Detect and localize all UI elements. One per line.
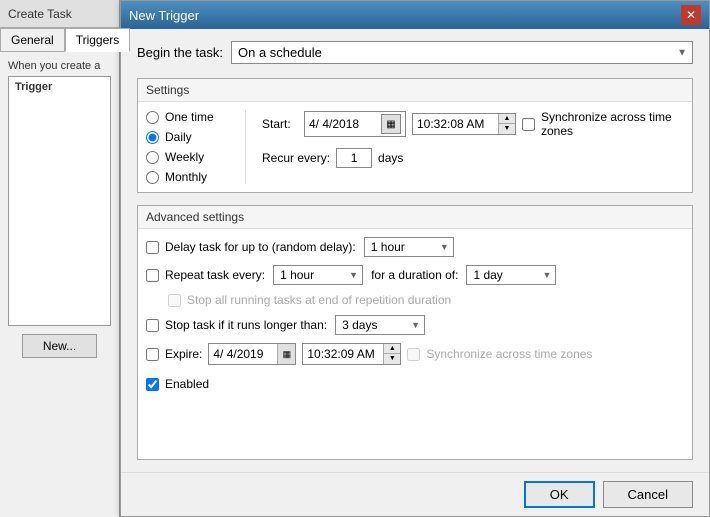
repeat-task-label: Repeat task every: xyxy=(146,268,265,282)
start-label: Start: xyxy=(262,117,298,131)
radio-monthly: Monthly xyxy=(146,170,233,184)
begin-task-row: Begin the task: On a schedule At log on … xyxy=(137,41,693,64)
bg-window-title: Create Task xyxy=(8,7,72,21)
dialog-body: Begin the task: On a schedule At log on … xyxy=(121,29,709,472)
delay-select[interactable]: 1 hour 30 minutes 2 hours xyxy=(364,237,454,257)
radio-weekly: Weekly xyxy=(146,150,233,164)
radio-weekly-input[interactable] xyxy=(146,151,159,164)
duration-select-wrapper: 1 day Indefinitely 12 hours xyxy=(466,265,556,285)
radio-daily-label: Daily xyxy=(165,130,192,144)
expire-row: Expire: ▦ ▲ ▼ Synchronize across time zo… xyxy=(146,343,684,365)
radio-one-time: One time xyxy=(146,110,233,124)
background-window: Create Task General Triggers When you cr… xyxy=(0,0,120,517)
tab-triggers[interactable]: Triggers xyxy=(65,28,131,52)
stop-task-select[interactable]: 3 days 1 hour 30 minutes xyxy=(335,315,425,335)
stop-all-checkbox[interactable] xyxy=(168,294,181,307)
stop-task-label: Stop task if it runs longer than: xyxy=(146,318,327,332)
start-row: Start: ▦ ▲ ▼ xyxy=(262,110,684,184)
settings-section: Settings One time Daily Weekly xyxy=(137,78,693,193)
recur-row: Recur every: days xyxy=(262,148,684,168)
stop-task-select-wrapper: 3 days 1 hour 30 minutes xyxy=(335,315,425,335)
dialog-title-bar: New Trigger ✕ xyxy=(121,1,709,29)
stop-task-row: Stop task if it runs longer than: 3 days… xyxy=(146,315,684,335)
enabled-row: Enabled xyxy=(146,377,684,391)
dialog-title: New Trigger xyxy=(129,8,199,23)
radio-weekly-label: Weekly xyxy=(165,150,204,164)
start-time-wrapper: ▲ ▼ xyxy=(412,113,516,135)
start-date-field-wrapper: ▦ xyxy=(304,111,406,137)
start-date-input[interactable] xyxy=(309,117,379,131)
enabled-checkbox[interactable] xyxy=(146,378,159,391)
schedule-type-radio-group: One time Daily Weekly Monthly xyxy=(146,110,246,184)
start-date-row: Start: ▦ ▲ ▼ xyxy=(262,110,684,138)
repeat-select[interactable]: 1 hour 30 minutes 15 minutes xyxy=(273,265,363,285)
start-time-input[interactable] xyxy=(413,115,498,133)
radio-daily: Daily xyxy=(146,130,233,144)
expire-sync-label: Synchronize across time zones xyxy=(426,347,592,361)
enabled-label: Enabled xyxy=(165,377,209,391)
duration-label: for a duration of: xyxy=(371,268,458,282)
begin-task-select[interactable]: On a schedule At log on At startup xyxy=(231,41,693,64)
bg-tabs: General Triggers xyxy=(0,28,119,52)
recur-value-input[interactable] xyxy=(336,148,372,168)
sync-label: Synchronize across time zones xyxy=(541,110,684,138)
recur-unit: days xyxy=(378,151,403,165)
stop-all-row: Stop all running tasks at end of repetit… xyxy=(146,293,684,307)
expire-checkbox[interactable] xyxy=(146,348,159,361)
radio-monthly-label: Monthly xyxy=(165,170,207,184)
time-spin-up[interactable]: ▲ xyxy=(499,114,515,124)
duration-select[interactable]: 1 day Indefinitely 12 hours xyxy=(466,265,556,285)
bg-content: When you create a Trigger New... xyxy=(0,52,119,366)
stop-all-label: Stop all running tasks at end of repetit… xyxy=(187,293,451,307)
new-trigger-dialog: New Trigger ✕ Begin the task: On a sched… xyxy=(120,0,710,517)
time-spin-down[interactable]: ▼ xyxy=(499,124,515,134)
when-label: When you create a xyxy=(8,60,111,72)
advanced-title: Advanced settings xyxy=(138,206,692,229)
expire-time-spin: ▲ ▼ xyxy=(383,344,400,364)
expire-date-input[interactable] xyxy=(209,345,277,363)
begin-task-label: Begin the task: xyxy=(137,45,223,60)
recur-label: Recur every: xyxy=(262,151,330,165)
trigger-list-header: Trigger xyxy=(11,79,108,95)
expire-spin-up[interactable]: ▲ xyxy=(384,344,400,354)
bg-title-bar: Create Task xyxy=(0,0,119,28)
radio-one-time-input[interactable] xyxy=(146,111,159,124)
dialog-footer: OK Cancel xyxy=(121,472,709,516)
repeat-task-row: Repeat task every: 1 hour 30 minutes 15 … xyxy=(146,265,684,285)
repeat-checkbox[interactable] xyxy=(146,269,159,282)
radio-monthly-input[interactable] xyxy=(146,171,159,184)
cancel-button[interactable]: Cancel xyxy=(603,481,693,508)
stop-task-checkbox[interactable] xyxy=(146,319,159,332)
new-button-area: New... xyxy=(8,334,111,358)
advanced-content: Delay task for up to (random delay): 1 h… xyxy=(138,229,692,399)
ok-button[interactable]: OK xyxy=(524,481,595,508)
repeat-select-wrapper: 1 hour 30 minutes 15 minutes xyxy=(273,265,363,285)
expire-time-wrapper: ▲ ▼ xyxy=(302,343,401,365)
settings-content: One time Daily Weekly Monthly xyxy=(138,102,692,192)
expire-spin-down[interactable]: ▼ xyxy=(384,354,400,364)
delay-task-row: Delay task for up to (random delay): 1 h… xyxy=(146,237,684,257)
tab-general[interactable]: General xyxy=(0,28,65,51)
sync-checkbox[interactable] xyxy=(522,118,535,131)
radio-daily-input[interactable] xyxy=(146,131,159,144)
advanced-section: Advanced settings Delay task for up to (… xyxy=(137,205,693,460)
sync-checkbox-row: Synchronize across time zones xyxy=(522,110,684,138)
expire-label: Expire: xyxy=(165,347,202,361)
time-spin-buttons: ▲ ▼ xyxy=(498,114,515,134)
trigger-list-box: Trigger xyxy=(8,76,111,326)
settings-title: Settings xyxy=(138,79,692,102)
expire-sync-checkbox[interactable] xyxy=(407,348,420,361)
delay-select-wrapper: 1 hour 30 minutes 2 hours xyxy=(364,237,454,257)
expire-date-wrapper: ▦ xyxy=(208,343,296,365)
close-button[interactable]: ✕ xyxy=(681,5,701,25)
delay-task-label: Delay task for up to (random delay): xyxy=(146,240,356,254)
radio-one-time-label: One time xyxy=(165,110,214,124)
begin-task-select-wrapper: On a schedule At log on At startup xyxy=(231,41,693,64)
expire-calendar-button[interactable]: ▦ xyxy=(277,344,295,364)
delay-checkbox[interactable] xyxy=(146,241,159,254)
calendar-button[interactable]: ▦ xyxy=(381,114,401,134)
expire-time-input[interactable] xyxy=(303,345,383,363)
new-button[interactable]: New... xyxy=(22,334,97,358)
